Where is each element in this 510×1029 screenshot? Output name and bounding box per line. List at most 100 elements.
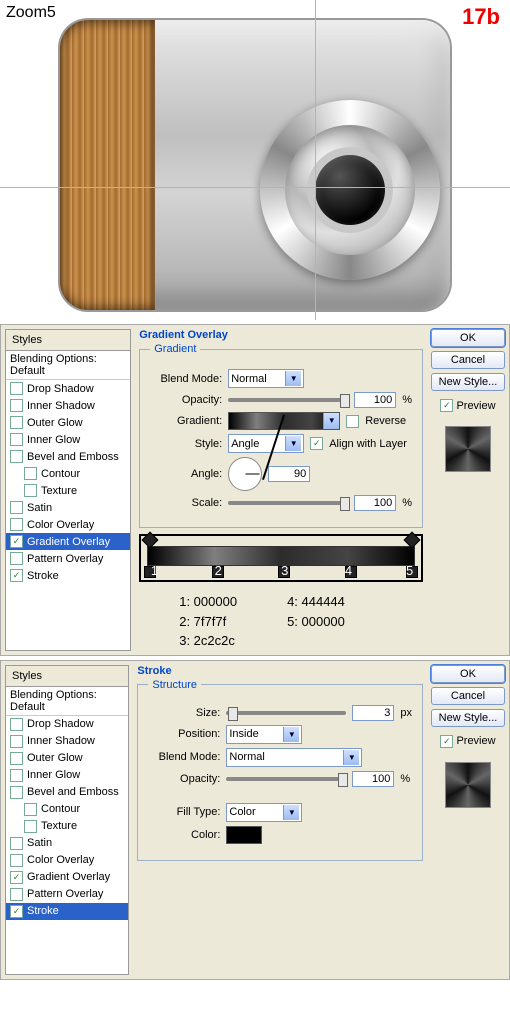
blend-mode-select[interactable]: Normal▼ <box>228 369 304 388</box>
reverse-checkbox[interactable] <box>346 415 359 428</box>
style-item-bevel-and-emboss[interactable]: Bevel and Emboss <box>6 448 130 465</box>
ok-button[interactable]: OK <box>431 665 505 683</box>
style-checkbox[interactable] <box>10 837 23 850</box>
style-label: Inner Glow <box>27 769 80 781</box>
style-item-gradient-overlay[interactable]: Gradient Overlay <box>6 869 128 886</box>
style-checkbox[interactable] <box>10 518 23 531</box>
style-label: Gradient Overlay <box>27 536 110 548</box>
style-checkbox[interactable] <box>10 569 23 582</box>
style-checkbox[interactable] <box>10 786 23 799</box>
style-item-gradient-overlay[interactable]: Gradient Overlay <box>6 533 130 550</box>
style-item-stroke[interactable]: Stroke <box>6 903 128 920</box>
blending-options[interactable]: Blending Options: Default <box>6 351 130 380</box>
color-swatch[interactable] <box>226 826 262 844</box>
style-item-outer-glow[interactable]: Outer Glow <box>6 414 130 431</box>
layer-style-panel-gradient: Styles Blending Options: Default Drop Sh… <box>0 324 510 656</box>
scale-input[interactable]: 100 <box>354 495 396 511</box>
style-checkbox[interactable] <box>10 718 23 731</box>
style-item-inner-shadow[interactable]: Inner Shadow <box>6 733 128 750</box>
style-checkbox[interactable] <box>10 752 23 765</box>
opacity-stop[interactable] <box>404 532 421 549</box>
style-item-color-overlay[interactable]: Color Overlay <box>6 516 130 533</box>
style-checkbox[interactable] <box>10 552 23 565</box>
style-item-inner-glow[interactable]: Inner Glow <box>6 431 130 448</box>
gradient-bar[interactable]: 1 2 3 4 5 <box>147 546 415 566</box>
style-label: Inner Glow <box>27 434 80 446</box>
canvas-preview: Zoom5 17b <box>0 0 510 320</box>
style-item-drop-shadow[interactable]: Drop Shadow <box>6 716 128 733</box>
gradient-editor[interactable]: 1 2 3 4 5 <box>139 534 423 582</box>
align-checkbox[interactable] <box>310 437 323 450</box>
style-label: Outer Glow <box>27 752 83 764</box>
style-checkbox[interactable] <box>10 769 23 782</box>
cancel-button[interactable]: Cancel <box>431 351 505 369</box>
styles-header[interactable]: Styles <box>6 330 130 351</box>
style-checkbox[interactable] <box>10 501 23 514</box>
lens-mid <box>285 125 415 255</box>
preview-checkbox[interactable] <box>440 399 453 412</box>
style-item-contour[interactable]: Contour <box>6 801 128 818</box>
angle-dial[interactable] <box>228 457 262 491</box>
style-label: Bevel and Emboss <box>27 451 119 463</box>
opacity-input[interactable]: 100 <box>352 771 394 787</box>
size-input[interactable]: 3 <box>352 705 394 721</box>
opacity-slider[interactable] <box>226 777 346 781</box>
cancel-button[interactable]: Cancel <box>431 687 505 705</box>
style-item-color-overlay[interactable]: Color Overlay <box>6 852 128 869</box>
style-item-outer-glow[interactable]: Outer Glow <box>6 750 128 767</box>
preview-checkbox[interactable] <box>440 735 453 748</box>
slider-thumb[interactable] <box>338 773 348 787</box>
blend-mode-select[interactable]: Normal▼ <box>226 748 362 767</box>
style-item-stroke[interactable]: Stroke <box>6 567 130 584</box>
position-select[interactable]: Inside▼ <box>226 725 302 744</box>
style-item-texture[interactable]: Texture <box>6 482 130 499</box>
style-label: Gradient Overlay <box>27 871 110 883</box>
chevron-down-icon: ▼ <box>283 805 299 820</box>
style-item-texture[interactable]: Texture <box>6 818 128 835</box>
style-checkbox[interactable] <box>24 820 37 833</box>
style-checkbox[interactable] <box>24 484 37 497</box>
filltype-select[interactable]: Color▼ <box>226 803 302 822</box>
style-item-pattern-overlay[interactable]: Pattern Overlay <box>6 886 128 903</box>
style-item-satin[interactable]: Satin <box>6 499 130 516</box>
styles-header[interactable]: Styles <box>6 666 128 687</box>
style-checkbox[interactable] <box>10 535 23 548</box>
opacity-stop[interactable] <box>142 532 159 549</box>
style-item-pattern-overlay[interactable]: Pattern Overlay <box>6 550 130 567</box>
style-checkbox[interactable] <box>10 888 23 901</box>
style-checkbox[interactable] <box>24 467 37 480</box>
style-item-drop-shadow[interactable]: Drop Shadow <box>6 380 130 397</box>
style-item-bevel-and-emboss[interactable]: Bevel and Emboss <box>6 784 128 801</box>
style-checkbox[interactable] <box>24 803 37 816</box>
slider-thumb[interactable] <box>340 497 350 511</box>
style-label: Texture <box>41 485 77 497</box>
new-style-button[interactable]: New Style... <box>431 709 505 727</box>
slider-thumb[interactable] <box>228 707 238 721</box>
style-checkbox[interactable] <box>10 735 23 748</box>
style-checkbox[interactable] <box>10 450 23 463</box>
size-slider[interactable] <box>226 711 346 715</box>
angle-label: Angle: <box>150 468 222 480</box>
scale-slider[interactable] <box>228 501 348 505</box>
chevron-down-icon: ▼ <box>285 371 301 386</box>
opacity-slider[interactable] <box>228 398 348 402</box>
chevron-down-icon: ▼ <box>323 413 339 429</box>
style-checkbox[interactable] <box>10 433 23 446</box>
blending-options[interactable]: Blending Options: Default <box>6 687 128 716</box>
ok-button[interactable]: OK <box>431 329 505 347</box>
style-select[interactable]: Angle▼ <box>228 434 304 453</box>
new-style-button[interactable]: New Style... <box>431 373 505 391</box>
slider-thumb[interactable] <box>340 394 350 408</box>
style-item-contour[interactable]: Contour <box>6 465 130 482</box>
style-checkbox[interactable] <box>10 382 23 395</box>
style-checkbox[interactable] <box>10 905 23 918</box>
style-checkbox[interactable] <box>10 871 23 884</box>
angle-input[interactable]: 90 <box>268 466 310 482</box>
style-checkbox[interactable] <box>10 399 23 412</box>
style-checkbox[interactable] <box>10 854 23 867</box>
style-item-inner-shadow[interactable]: Inner Shadow <box>6 397 130 414</box>
opacity-input[interactable]: 100 <box>354 392 396 408</box>
style-item-inner-glow[interactable]: Inner Glow <box>6 767 128 784</box>
style-item-satin[interactable]: Satin <box>6 835 128 852</box>
style-checkbox[interactable] <box>10 416 23 429</box>
